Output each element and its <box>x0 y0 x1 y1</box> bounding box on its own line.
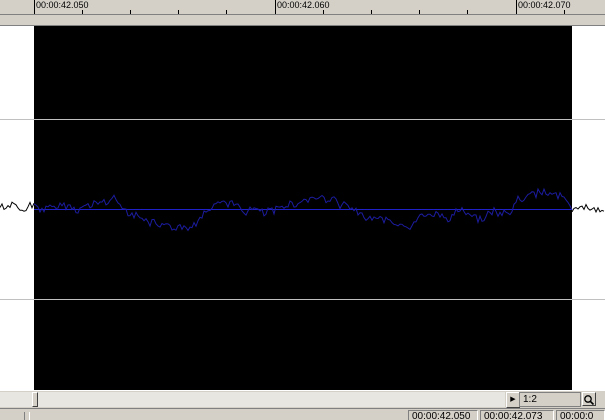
selection-start-field: 00:00:42.050 <box>408 410 478 420</box>
scroll-right-button[interactable]: ▶ <box>506 392 520 408</box>
scrollbar-thumb[interactable] <box>32 392 38 407</box>
magnifier-icon <box>584 395 595 406</box>
triangle-right-icon: ▶ <box>510 396 516 403</box>
waveform-left-segment <box>0 201 35 212</box>
selection-end-value: 00:00:42.073 <box>484 411 543 420</box>
ruler-label-3: 00:00:42.070 <box>518 0 571 10</box>
status-bar: 00:00:42.050 00:00:42.073 00:00:0 <box>0 408 605 420</box>
sound-editor-window: 00:00:42.050 00:00:42.060 00:00:42.070 ▶… <box>0 0 605 420</box>
ruler-label-1: 00:00:42.050 <box>36 0 89 10</box>
status-grip <box>24 412 30 420</box>
waveform-display[interactable] <box>0 26 605 390</box>
waveform-right-segment <box>571 203 605 214</box>
zoom-ratio-field[interactable]: 1:2 <box>519 392 581 407</box>
selection-end-field: 00:00:42.073 <box>480 410 554 420</box>
selection-length-value: 00:00:0 <box>560 411 594 420</box>
zoom-button[interactable] <box>582 392 596 406</box>
horizontal-scrollbar-row: ▶ 1:2 <box>0 390 605 408</box>
horizontal-scrollbar[interactable] <box>0 392 505 407</box>
timeline-ruler[interactable]: 00:00:42.050 00:00:42.060 00:00:42.070 <box>0 0 605 26</box>
selection-start-value: 00:00:42.050 <box>412 411 471 420</box>
selection-region <box>34 26 572 390</box>
waveform-canvas <box>0 26 605 390</box>
zoom-ratio-value: 1:2 <box>523 394 537 405</box>
ruler-label-2: 00:00:42.060 <box>277 0 330 10</box>
selection-length-field: 00:00:0 <box>556 410 605 420</box>
